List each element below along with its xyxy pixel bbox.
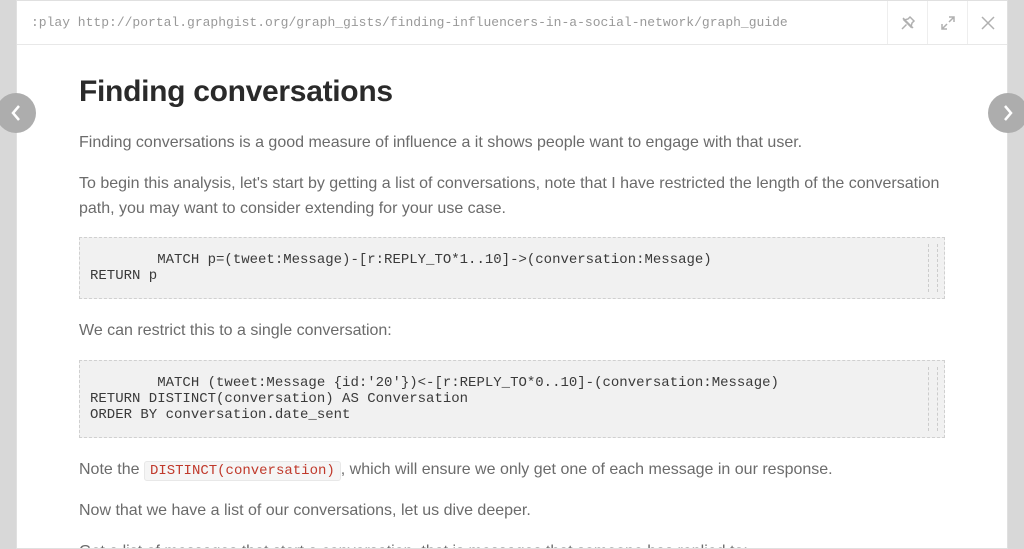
chevron-left-icon <box>10 104 22 122</box>
chevron-right-icon <box>1002 104 1014 122</box>
inline-code: DISTINCT(conversation) <box>144 461 341 481</box>
expand-button[interactable] <box>927 1 967 44</box>
paragraph: Get a list of messages that start a conv… <box>79 540 945 548</box>
next-page-button[interactable] <box>988 93 1024 133</box>
guide-panel: :play http://portal.graphgist.org/graph_… <box>16 0 1008 549</box>
header-bar: :play http://portal.graphgist.org/graph_… <box>17 1 1007 45</box>
paragraph: We can restrict this to a single convers… <box>79 319 945 344</box>
command-text: :play http://portal.graphgist.org/graph_… <box>17 15 887 30</box>
text-fragment: , which will ensure we only get one of e… <box>341 461 833 478</box>
close-button[interactable] <box>967 1 1007 44</box>
page-title: Finding conversations <box>79 75 945 109</box>
content-area: Finding conversations Finding conversati… <box>17 45 1007 548</box>
pin-button[interactable] <box>887 1 927 44</box>
paragraph: Now that we have a list of our conversat… <box>79 499 945 524</box>
paragraph: Finding conversations is a good measure … <box>79 131 945 156</box>
header-actions <box>887 1 1007 44</box>
paragraph: Note the DISTINCT(conversation), which w… <box>79 458 945 483</box>
text-fragment: Note the <box>79 461 144 478</box>
code-text: MATCH (tweet:Message {id:'20'})<-[r:REPL… <box>90 375 779 423</box>
code-handle[interactable] <box>928 244 938 292</box>
paragraph: To begin this analysis, let's start by g… <box>79 172 945 222</box>
code-block[interactable]: MATCH (tweet:Message {id:'20'})<-[r:REPL… <box>79 360 945 438</box>
code-block[interactable]: MATCH p=(tweet:Message)-[r:REPLY_TO*1..1… <box>79 237 945 299</box>
close-icon <box>981 16 995 30</box>
expand-icon <box>941 16 955 30</box>
pin-icon <box>900 15 916 31</box>
code-handle[interactable] <box>928 367 938 431</box>
code-text: MATCH p=(tweet:Message)-[r:REPLY_TO*1..1… <box>90 252 712 284</box>
